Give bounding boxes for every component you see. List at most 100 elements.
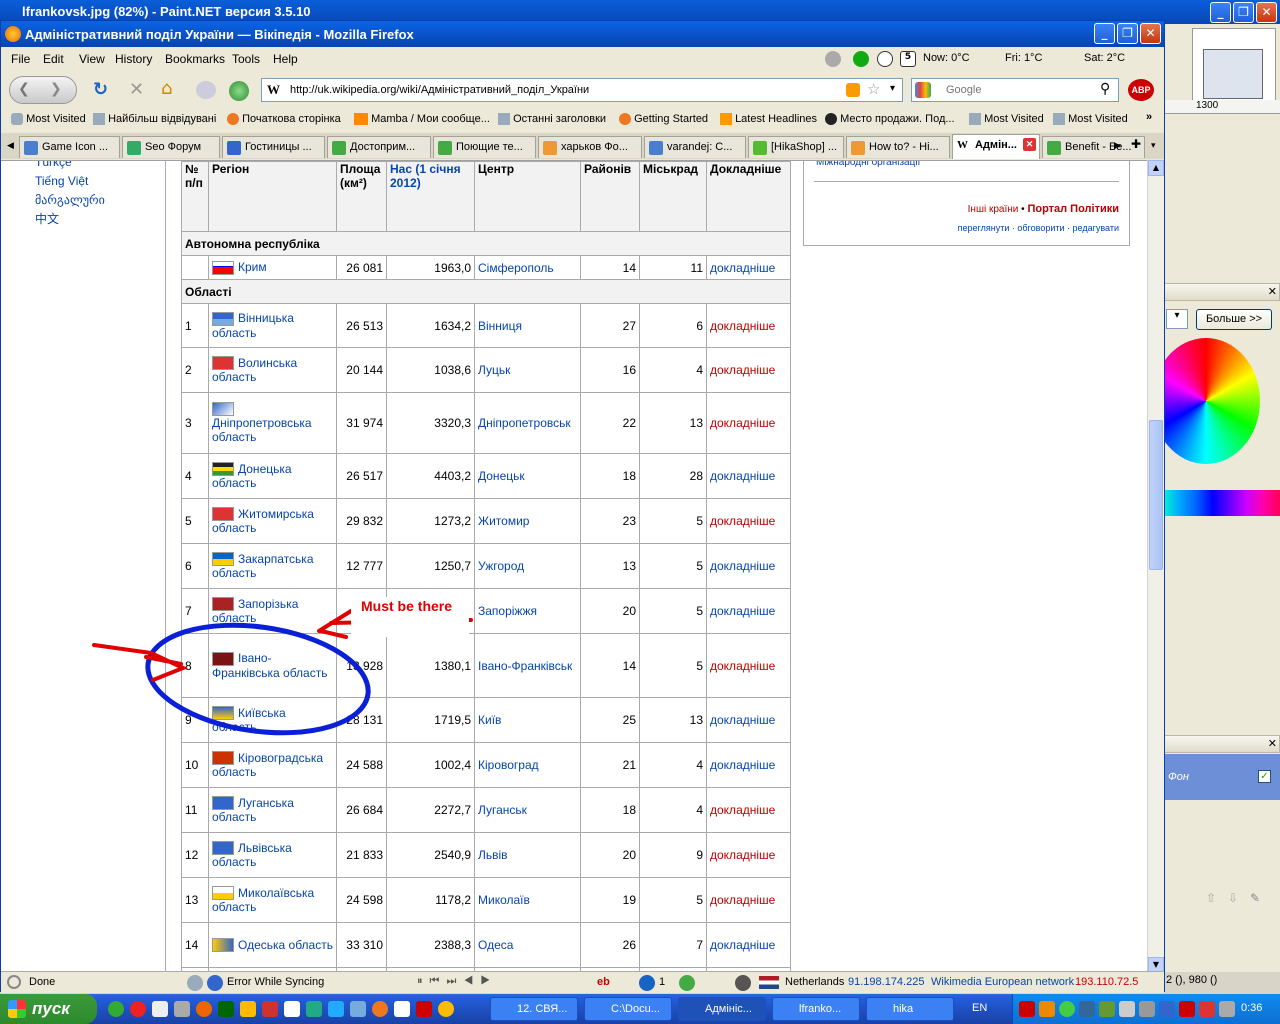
center-link[interactable]: Одеса bbox=[478, 938, 513, 952]
center-link[interactable]: Сімферополь bbox=[478, 261, 554, 275]
weather-now[interactable]: Now: 0°C bbox=[923, 52, 970, 64]
home-icon[interactable]: ⌂ bbox=[161, 78, 172, 99]
center-link[interactable]: Київ bbox=[478, 713, 501, 727]
scroll-thumb[interactable] bbox=[1149, 420, 1163, 570]
bookmark-item[interactable]: Место продажи. Под... bbox=[840, 113, 954, 125]
bookmark-item[interactable]: Most Visited bbox=[984, 113, 1044, 125]
center-link[interactable]: Луцьк bbox=[478, 363, 510, 377]
start-button[interactable]: пуск bbox=[0, 994, 97, 1024]
firefox-close-button[interactable]: ✕ bbox=[1140, 23, 1161, 44]
green-status-icon[interactable] bbox=[853, 51, 869, 67]
stop-icon[interactable]: ✕ bbox=[129, 79, 144, 100]
firefox-maximize-button[interactable]: ❐ bbox=[1117, 23, 1138, 44]
media-controls[interactable]: ⏸ ⏮ ⏭ ◀ ▶ bbox=[417, 975, 492, 988]
calendar-icon[interactable]: 5 bbox=[900, 51, 916, 67]
task-button[interactable]: hika bbox=[866, 997, 954, 1021]
layer-properties-icon[interactable]: ✎ bbox=[1250, 891, 1260, 905]
details-link[interactable]: докладніше bbox=[710, 893, 775, 907]
region-link[interactable]: Дніпропетровська область bbox=[212, 416, 312, 444]
bookmark-item[interactable]: Початкова сторінка bbox=[242, 113, 341, 125]
sync-status[interactable]: Error While Syncing bbox=[227, 976, 324, 988]
tab-active[interactable]: W Адмін... ✕ bbox=[952, 134, 1040, 159]
search-input[interactable] bbox=[946, 81, 1096, 99]
center-link[interactable]: Луганськ bbox=[478, 803, 527, 817]
tray-icon[interactable] bbox=[1099, 1001, 1115, 1017]
quicklaunch-icon[interactable] bbox=[394, 1001, 410, 1017]
quicklaunch-icon[interactable] bbox=[240, 1001, 256, 1017]
portal-top-link[interactable]: Міжнародні організації bbox=[816, 161, 920, 168]
search-box[interactable]: ⚲ bbox=[911, 78, 1119, 102]
volume-icon[interactable] bbox=[1219, 1001, 1235, 1017]
language-link[interactable]: Tiếng Việt bbox=[35, 172, 105, 191]
network-name[interactable]: Wikimedia European network bbox=[931, 976, 1074, 988]
paintnet-maximize-button[interactable]: ❐ bbox=[1233, 2, 1254, 23]
quicklaunch-icon[interactable] bbox=[262, 1001, 278, 1017]
quicklaunch-icon[interactable] bbox=[174, 1001, 190, 1017]
server-ip[interactable]: 91.198.174.225 bbox=[848, 976, 924, 988]
quicklaunch-icon[interactable] bbox=[152, 1001, 168, 1017]
bookmark-item[interactable]: Most Visited bbox=[26, 113, 86, 125]
details-link[interactable]: докладніше bbox=[710, 363, 775, 377]
quicklaunch-icon[interactable] bbox=[350, 1001, 366, 1017]
layers-panel-close-icon[interactable]: ✕ bbox=[1268, 737, 1277, 750]
bookmark-item[interactable]: Latest Headlines bbox=[735, 113, 817, 125]
quicklaunch-icon[interactable] bbox=[438, 1001, 454, 1017]
google-engine-icon[interactable] bbox=[915, 82, 931, 98]
bookmark-item[interactable]: Останні заголовки bbox=[513, 113, 606, 125]
tab[interactable]: varandej: C... bbox=[644, 136, 746, 158]
quicklaunch-icon[interactable] bbox=[328, 1001, 344, 1017]
color-dropdown-chevron-icon[interactable]: ▾ bbox=[1166, 309, 1188, 329]
tray-icon[interactable] bbox=[1059, 1001, 1075, 1017]
details-link[interactable]: докладніше bbox=[710, 416, 775, 430]
bookmark-item[interactable]: Most Visited bbox=[1068, 113, 1128, 125]
quicklaunch-icon[interactable] bbox=[218, 1001, 234, 1017]
menu-help[interactable]: Help bbox=[273, 52, 298, 66]
language-indicator[interactable]: EN bbox=[972, 1002, 987, 1014]
weather-saturday[interactable]: Sat: 2°C bbox=[1084, 52, 1125, 64]
tabs-scroll-left-icon[interactable]: ◀ bbox=[7, 140, 14, 151]
rss-feed-icon[interactable] bbox=[846, 83, 860, 97]
center-link[interactable]: Кіровоград bbox=[478, 758, 539, 772]
details-link[interactable]: докладніше bbox=[710, 713, 775, 727]
tab[interactable]: Достоприм... bbox=[327, 136, 431, 158]
tray-icon[interactable] bbox=[1199, 1001, 1215, 1017]
politics-portal-link[interactable]: Портал Політики bbox=[1027, 203, 1119, 215]
firefox-minimize-button[interactable]: _ bbox=[1094, 23, 1115, 44]
reload-icon[interactable]: ↻ bbox=[93, 79, 108, 100]
tab[interactable]: Game Icon ... bbox=[19, 136, 120, 158]
globe-icon[interactable] bbox=[735, 975, 751, 991]
paintnet-minimize-button[interactable]: _ bbox=[1210, 2, 1231, 23]
tab[interactable]: Seo Форум bbox=[122, 136, 220, 158]
url-history-chevron-icon[interactable]: ▾ bbox=[890, 83, 895, 94]
color-wheel[interactable] bbox=[1152, 338, 1260, 464]
task-button[interactable]: lfranko... bbox=[772, 997, 860, 1021]
details-link[interactable]: докладніше bbox=[710, 559, 775, 573]
quicklaunch-icon[interactable] bbox=[108, 1001, 124, 1017]
back-arrow-icon[interactable]: ❮ bbox=[18, 81, 30, 97]
bookmark-star-icon[interactable]: ☆ bbox=[867, 80, 880, 98]
center-link[interactable]: Запоріжжя bbox=[478, 604, 537, 618]
addon-green-icon[interactable] bbox=[229, 81, 249, 101]
color-palette[interactable] bbox=[1162, 490, 1280, 516]
menu-view[interactable]: View bbox=[79, 52, 105, 66]
details-link[interactable]: докладніше bbox=[710, 848, 775, 862]
ebay-icon[interactable]: eb bbox=[597, 976, 610, 988]
clock-icon[interactable] bbox=[877, 51, 893, 67]
tab-close-icon[interactable]: ✕ bbox=[1023, 138, 1036, 151]
other-countries-link[interactable]: Інші країни bbox=[968, 204, 1019, 215]
task-button[interactable]: 12. СВЯ... bbox=[490, 997, 578, 1021]
tab[interactable]: [HikaShop] ... bbox=[748, 136, 844, 158]
url-bar[interactable]: W http://uk.wikipedia.org/wiki/Адміністр… bbox=[261, 78, 903, 102]
menu-tools[interactable]: Tools bbox=[232, 52, 260, 66]
center-link[interactable]: Донецьк bbox=[478, 469, 525, 483]
language-link[interactable]: Türkçe bbox=[35, 161, 105, 172]
details-link[interactable]: докладніше bbox=[710, 604, 775, 618]
tray-icon[interactable] bbox=[1039, 1001, 1055, 1017]
tray-icon[interactable] bbox=[1119, 1001, 1135, 1017]
details-link[interactable]: докладніше bbox=[710, 803, 775, 817]
tabs-scroll-right-icon[interactable]: ▶ bbox=[1114, 140, 1121, 151]
tab[interactable]: Поющие те... bbox=[433, 136, 536, 158]
center-link[interactable]: Ужгород bbox=[478, 559, 524, 573]
quicklaunch-icon[interactable] bbox=[130, 1001, 146, 1017]
tray-icon[interactable] bbox=[1019, 1001, 1035, 1017]
